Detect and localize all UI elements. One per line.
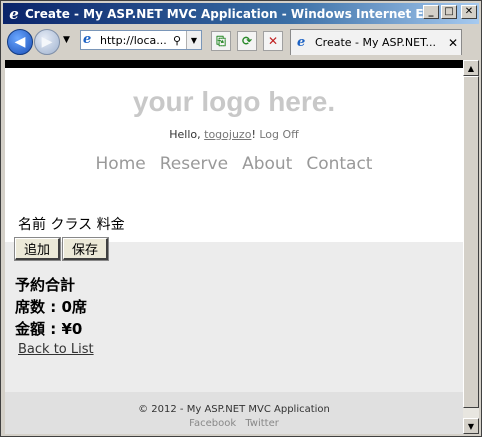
column-headers: 名前 クラス 料金	[18, 217, 125, 233]
back-button[interactable]: ◀	[7, 29, 33, 55]
menu-home[interactable]: Home	[95, 154, 147, 174]
window-title: Create - My ASP.NET MVC Application - Wi…	[25, 6, 425, 21]
back-to-list-link[interactable]: Back to List	[18, 342, 125, 357]
ie-tab-icon: e	[297, 35, 306, 50]
menu-reserve[interactable]: Reserve	[159, 154, 229, 174]
chevron-down-icon: ▼	[467, 421, 475, 431]
menu-about[interactable]: About	[241, 154, 293, 174]
seat-count: 席数 : 0席	[15, 298, 87, 316]
social-links: Facebook Twitter	[5, 418, 463, 429]
forward-button[interactable]: ▶	[34, 29, 60, 55]
window-controls: _ □ ✕	[423, 5, 477, 19]
arrow-left-icon: ◀	[14, 34, 26, 50]
minimize-button[interactable]: _	[423, 5, 439, 19]
save-button[interactable]: 保存	[62, 237, 110, 261]
ie-page-icon: e	[83, 32, 92, 47]
compatibility-view-icon[interactable]: ⎘	[211, 31, 231, 51]
site-footer: © 2012 - My ASP.NET MVC Application Face…	[5, 392, 463, 434]
summary-title: 予約合計	[15, 276, 76, 294]
scroll-down-button[interactable]: ▼	[463, 418, 479, 434]
browser-toolbar: ◀ ▶ ▼ e http://loca... ⚲ ▼ ⎘ ⟳ ✕ e Creat…	[3, 25, 479, 59]
total-amount: 金額 : ¥0	[15, 320, 83, 338]
arrow-right-icon: ▶	[41, 34, 53, 50]
copyright-text: © 2012 - My ASP.NET MVC Application	[138, 404, 330, 415]
username-link[interactable]: togojuzo	[204, 128, 251, 141]
create-form: 名前 クラス 料金 追加 保存 予約合計 席数 : 0席 金額 : ¥0 Bac…	[13, 214, 125, 357]
address-bar[interactable]: e http://loca... ⚲ ▼	[80, 30, 202, 50]
address-dropdown-button[interactable]: ▼	[186, 31, 201, 49]
maximize-button[interactable]: □	[441, 5, 457, 19]
button-row: 追加 保存	[13, 237, 125, 261]
title-bar: e Create - My ASP.NET MVC Application - …	[3, 3, 479, 24]
browser-window: e Create - My ASP.NET MVC Application - …	[0, 0, 482, 437]
stop-icon[interactable]: ✕	[263, 31, 283, 51]
add-button[interactable]: 追加	[13, 237, 62, 261]
log-off-link[interactable]: Log Off	[259, 128, 298, 141]
scroll-thumb[interactable]	[463, 76, 479, 408]
facebook-link[interactable]: Facebook	[189, 418, 236, 429]
scroll-up-button[interactable]: ▲	[463, 60, 479, 76]
refresh-icon[interactable]: ⟳	[237, 31, 257, 51]
address-input[interactable]: http://loca...	[100, 34, 173, 47]
tab-title: Create - My ASP.NET...	[315, 36, 437, 49]
hello-text: Hello,	[169, 128, 205, 141]
tab-close-icon[interactable]: ✕	[445, 36, 461, 50]
vertical-scrollbar[interactable]: ▲ ▼	[463, 60, 479, 434]
page-viewport: your logo here. Hello, togojuzo! Log Off…	[5, 60, 463, 434]
close-button[interactable]: ✕	[461, 5, 477, 19]
menu-contact[interactable]: Contact	[305, 154, 373, 174]
browser-tab[interactable]: e Create - My ASP.NET... ✕	[290, 29, 462, 55]
top-bar	[5, 60, 463, 68]
chevron-up-icon: ▲	[467, 63, 475, 73]
login-display: Hello, togojuzo! Log Off	[5, 128, 463, 141]
twitter-link[interactable]: Twitter	[245, 418, 279, 429]
search-icon[interactable]: ⚲	[173, 34, 186, 47]
ie-logo-icon: e	[9, 4, 19, 23]
main-menu: Home Reserve About Contact	[5, 154, 463, 174]
history-dropdown[interactable]: ▼	[63, 35, 70, 45]
site-logo[interactable]: your logo here.	[5, 86, 463, 118]
reservation-summary: 予約合計 席数 : 0席 金額 : ¥0	[15, 274, 125, 340]
